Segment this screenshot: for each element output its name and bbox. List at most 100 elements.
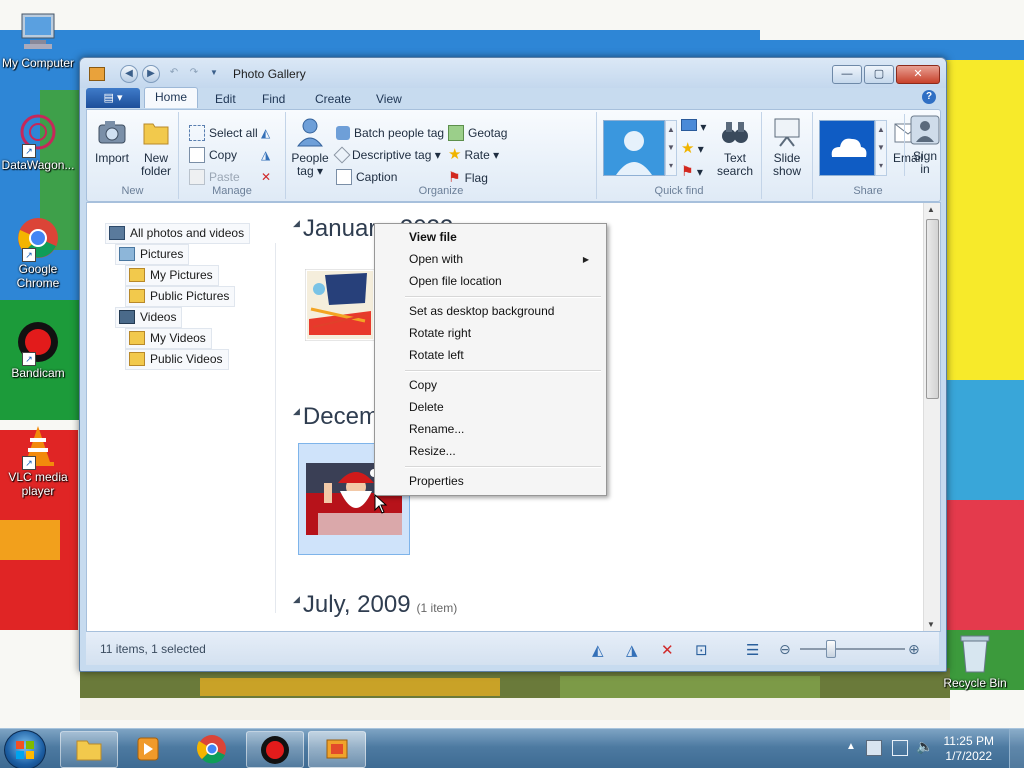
- menu-item-copy[interactable]: Copy: [409, 378, 437, 392]
- batch-people-tag-button[interactable]: Batch people tag: [336, 124, 444, 142]
- show-hidden-icons-icon[interactable]: ▲: [846, 741, 856, 752]
- descriptive-tag-button[interactable]: Descriptive tag ▾: [333, 146, 441, 164]
- gallery-scroll[interactable]: ▲ ▼ ▾: [665, 120, 677, 176]
- redo-icon[interactable]: ↷: [186, 65, 202, 81]
- taskbar-bandicam[interactable]: [246, 731, 304, 768]
- menu-item-open-file-location[interactable]: Open file location: [409, 274, 502, 288]
- star-filter-icon: ★: [681, 140, 695, 157]
- show-desktop-button[interactable]: [1009, 729, 1024, 768]
- desktop-icon-label: VLC media player: [8, 470, 68, 498]
- menu-item-set-desktop-background[interactable]: Set as desktop background: [409, 304, 554, 318]
- rotate-right-small-button[interactable]: ◮: [261, 146, 270, 164]
- import-button[interactable]: Import: [93, 116, 131, 165]
- slide-show-icon[interactable]: ⊡: [695, 641, 711, 659]
- menu-item-resize[interactable]: Resize...: [409, 444, 456, 458]
- caption-button[interactable]: Caption: [336, 168, 397, 186]
- nav-public-pictures[interactable]: Public Pictures: [125, 286, 236, 307]
- menu-item-rotate-right[interactable]: Rotate right: [409, 326, 471, 340]
- volume-icon[interactable]: 🔈: [916, 738, 933, 755]
- taskbar-chrome[interactable]: [184, 731, 240, 766]
- tab-home[interactable]: Home: [144, 87, 199, 108]
- flag-button[interactable]: ⚑ Flag: [448, 168, 488, 186]
- nav-public-videos[interactable]: Public Videos: [125, 349, 229, 370]
- menu-item-properties[interactable]: Properties: [409, 474, 464, 488]
- back-icon[interactable]: ◀: [120, 65, 138, 83]
- group-heading-july-2009[interactable]: ◢ July, 2009 (1 item): [293, 591, 457, 619]
- rate-button[interactable]: ★ Rate ▾: [448, 146, 499, 164]
- people-filter-gallery[interactable]: [603, 120, 665, 176]
- desktop-icon-bandicam[interactable]: ↗ Bandicam: [0, 320, 76, 380]
- close-button[interactable]: ✕: [896, 65, 940, 84]
- vertical-scrollbar[interactable]: ▲ ▼: [923, 203, 940, 631]
- nav-my-pictures[interactable]: My Pictures: [125, 265, 219, 286]
- scroll-down-arrow-icon[interactable]: ▼: [927, 620, 935, 629]
- zoom-out-icon[interactable]: ⊖: [779, 641, 795, 657]
- menu-item-view-file[interactable]: View file: [409, 230, 457, 244]
- new-folder-button[interactable]: New folder: [137, 116, 175, 178]
- select-all-button[interactable]: Select all: [189, 124, 258, 142]
- gallery-icon: [109, 225, 125, 240]
- recycle-bin-icon: [953, 630, 997, 674]
- context-menu: View file Open with ▶ Open file location …: [374, 223, 607, 496]
- taskbar-explorer[interactable]: [60, 731, 118, 768]
- paste-button[interactable]: Paste: [189, 168, 240, 186]
- maximize-button[interactable]: ▢: [864, 65, 894, 84]
- scrollbar-thumb[interactable]: [926, 219, 939, 399]
- nav-pictures[interactable]: Pictures: [115, 244, 190, 265]
- system-clock[interactable]: 11:25 PM 1/7/2022: [944, 734, 994, 764]
- help-icon[interactable]: ?: [922, 90, 936, 104]
- desktop-icon-my-computer[interactable]: My Computer: [0, 10, 76, 70]
- slide-show-button[interactable]: Slide show: [766, 116, 808, 178]
- flag-filter-button[interactable]: ⚑ ▾: [681, 162, 703, 180]
- nav-videos[interactable]: Videos: [115, 307, 183, 328]
- details-view-icon[interactable]: ☰: [746, 641, 762, 659]
- nav-my-videos[interactable]: My Videos: [125, 328, 212, 349]
- delete-small-button[interactable]: ✕: [261, 168, 271, 186]
- star-icon: ★: [448, 146, 462, 163]
- text-search-button[interactable]: Text search: [713, 116, 757, 178]
- delete-icon[interactable]: ✕: [661, 641, 677, 659]
- paste-icon: [189, 168, 205, 185]
- rating-filter-button[interactable]: ★ ▾: [681, 140, 704, 158]
- zoom-slider-track[interactable]: [800, 648, 905, 650]
- nav-all-photos-videos[interactable]: All photos and videos: [105, 223, 251, 244]
- zoom-slider-handle[interactable]: [826, 640, 836, 658]
- scroll-up-arrow-icon[interactable]: ▲: [927, 205, 935, 214]
- people-tag-button[interactable]: People tag ▾: [290, 116, 330, 178]
- forward-icon[interactable]: ▶: [142, 65, 160, 83]
- menu-item-open-with[interactable]: Open with ▶: [409, 252, 599, 266]
- desktop-icon-recycle-bin[interactable]: Recycle Bin: [937, 630, 1013, 690]
- file-menu-button[interactable]: ▤ ▾: [86, 88, 140, 108]
- network-icon[interactable]: [892, 740, 908, 756]
- window-title: Photo Gallery: [233, 67, 306, 81]
- desktop-icon-datawagon[interactable]: ↗ DataWagon...: [0, 112, 76, 172]
- taskbar-photo-gallery[interactable]: [308, 731, 366, 768]
- undo-icon[interactable]: ↶: [166, 65, 182, 81]
- minimize-button[interactable]: —: [832, 65, 862, 84]
- rotate-left-small-button[interactable]: ◭: [261, 124, 270, 142]
- tab-view[interactable]: View: [376, 90, 402, 108]
- photo-gallery-icon: [326, 739, 348, 759]
- menu-item-delete[interactable]: Delete: [409, 400, 444, 414]
- desktop-icon-vlc[interactable]: ↗ VLC media player: [0, 424, 76, 498]
- onedrive-share-gallery[interactable]: [819, 120, 875, 176]
- share-gallery-scroll[interactable]: ▲ ▼ ▾: [875, 120, 887, 176]
- photo-thumbnail-drawing[interactable]: [304, 268, 376, 342]
- taskbar-media-player[interactable]: [120, 731, 176, 766]
- quick-access-dropdown-icon[interactable]: ▼: [206, 65, 222, 81]
- tab-edit[interactable]: Edit: [215, 90, 236, 108]
- copy-button[interactable]: Copy: [189, 146, 237, 164]
- action-center-flag-icon[interactable]: [866, 740, 882, 756]
- tab-create[interactable]: Create: [315, 90, 351, 108]
- date-filter-button[interactable]: ▾: [681, 118, 706, 136]
- geotag-button[interactable]: Geotag: [448, 124, 507, 142]
- rotate-left-icon[interactable]: ◭: [592, 641, 608, 659]
- sign-in-button[interactable]: Sign in: [904, 114, 941, 176]
- menu-item-rotate-left[interactable]: Rotate left: [409, 348, 464, 362]
- tab-find[interactable]: Find: [262, 90, 285, 108]
- start-button[interactable]: [4, 730, 46, 768]
- menu-item-rename[interactable]: Rename...: [409, 422, 464, 436]
- zoom-in-icon[interactable]: ⊕: [908, 641, 924, 657]
- rotate-right-icon[interactable]: ◮: [626, 641, 642, 659]
- desktop-icon-google-chrome[interactable]: ↗ Google Chrome: [0, 216, 76, 290]
